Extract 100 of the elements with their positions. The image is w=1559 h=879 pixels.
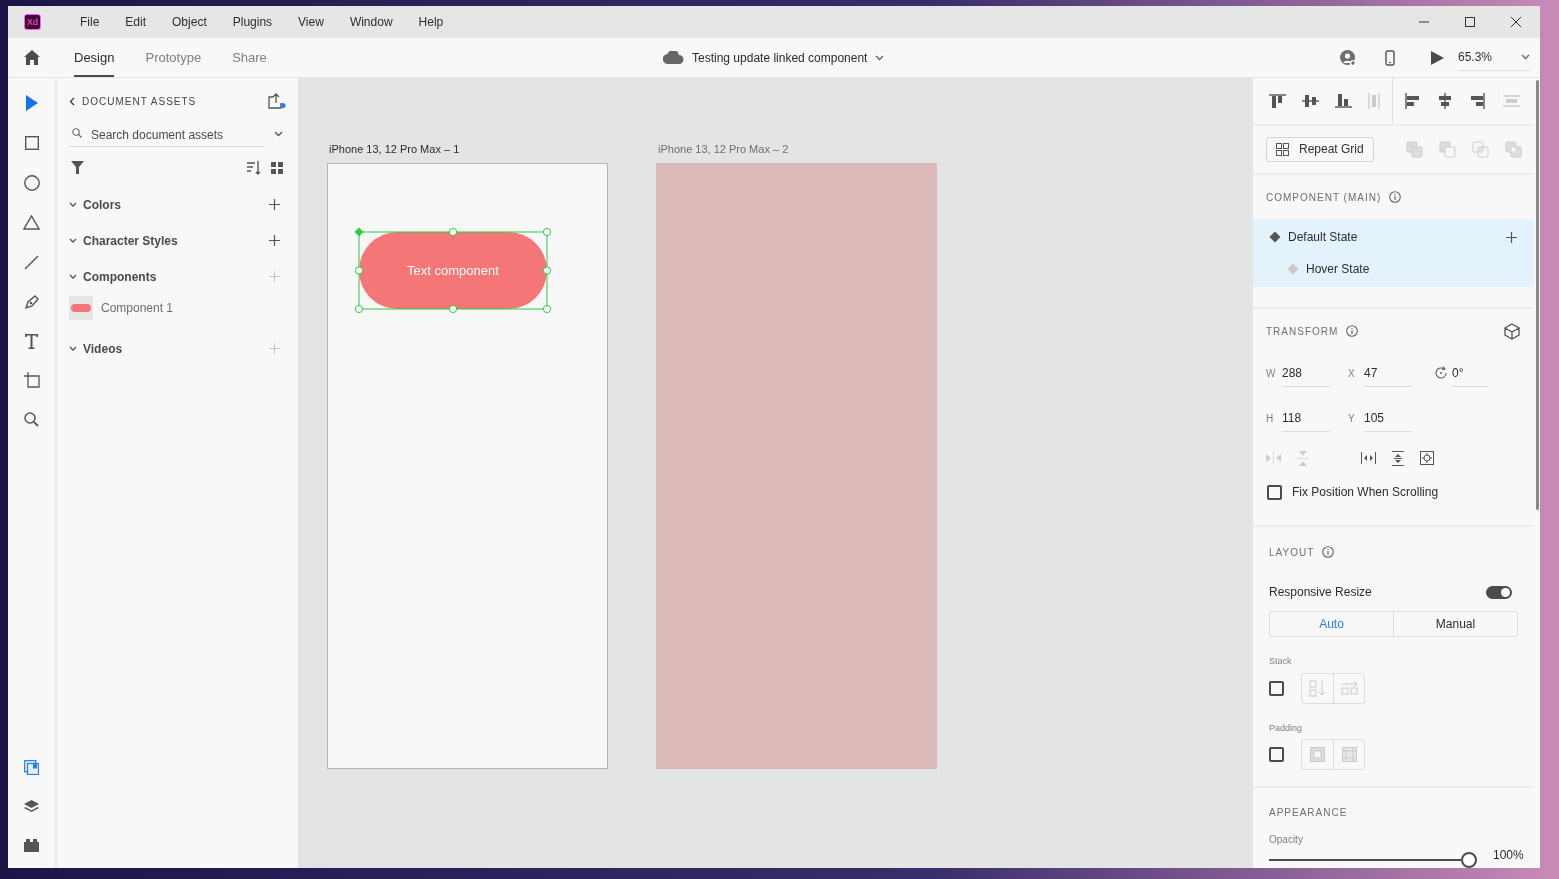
artboard-title[interactable]: iPhone 13, 12 Pro Max – 2 xyxy=(658,141,937,163)
user-add-icon[interactable] xyxy=(1340,49,1356,66)
cube-icon[interactable] xyxy=(1504,322,1520,340)
chevron-down-icon xyxy=(1521,54,1530,60)
number-field[interactable]: 105 xyxy=(1364,405,1412,432)
info-icon[interactable] xyxy=(1346,325,1359,337)
share-export-icon[interactable] xyxy=(268,93,286,109)
maximize-icon[interactable] xyxy=(1464,16,1476,28)
repeat-grid-button[interactable]: Repeat Grid xyxy=(1266,136,1374,162)
tab[interactable]: Design xyxy=(74,38,115,77)
menu-item[interactable]: Plugins xyxy=(219,13,286,31)
play-icon[interactable] xyxy=(1431,50,1444,65)
component-name[interactable]: Component 1 xyxy=(101,298,174,317)
menu-item[interactable]: File xyxy=(67,13,113,31)
close-icon[interactable] xyxy=(1510,16,1522,28)
field-label: W xyxy=(1266,367,1277,381)
plugins-icon[interactable] xyxy=(24,839,39,852)
rotate-icon[interactable] xyxy=(1434,366,1448,380)
rectangle-tool-icon[interactable] xyxy=(24,136,39,150)
sort-icon[interactable] xyxy=(247,160,262,175)
state-item[interactable]: Default State xyxy=(1288,228,1358,246)
pen-tool-icon[interactable] xyxy=(23,294,40,310)
field-label: X xyxy=(1348,367,1356,381)
artboard-title[interactable]: iPhone 13, 12 Pro Max – 1 xyxy=(329,141,608,163)
cloud-icon xyxy=(663,51,684,64)
segment-button[interactable]: Manual xyxy=(1393,612,1517,636)
menu-item[interactable]: Help xyxy=(405,13,457,31)
fit-width-icon[interactable] xyxy=(1361,452,1376,464)
chevron-down-icon[interactable] xyxy=(69,201,77,208)
number-field[interactable]: 118 xyxy=(1282,405,1330,432)
panel-title: DOCUMENT ASSETS xyxy=(82,94,197,109)
zoom-dropdown[interactable]: 65.3% xyxy=(1458,44,1530,71)
plus-icon[interactable] xyxy=(1506,231,1517,243)
segment-button[interactable]: Auto xyxy=(1270,612,1393,636)
number-field[interactable]: 47 xyxy=(1364,360,1412,387)
artboard-tool-icon[interactable] xyxy=(23,372,40,388)
align-top-icon[interactable] xyxy=(1269,93,1286,108)
select-tool-icon[interactable] xyxy=(25,95,38,111)
align-bottom-icon[interactable] xyxy=(1335,93,1352,108)
info-icon[interactable] xyxy=(1389,191,1402,203)
section-header[interactable]: Colors xyxy=(83,195,121,214)
field-label: H xyxy=(1266,412,1275,426)
grid-view-icon[interactable] xyxy=(271,161,283,174)
text-tool-icon[interactable] xyxy=(25,334,38,349)
menu-item[interactable]: View xyxy=(285,13,337,31)
slider-thumb[interactable] xyxy=(1461,852,1477,868)
layers-icon[interactable] xyxy=(24,800,39,814)
align-middle-icon[interactable] xyxy=(1302,93,1319,108)
chevron-down-icon[interactable] xyxy=(274,131,283,138)
document-title[interactable]: Testing update linked component xyxy=(692,48,868,67)
toggle-switch[interactable] xyxy=(1486,585,1512,599)
section-title: APPEARANCE xyxy=(1269,806,1349,820)
menu-item[interactable]: Window xyxy=(336,13,406,31)
opacity-value[interactable]: 100% xyxy=(1493,846,1524,864)
home-icon[interactable] xyxy=(24,50,40,65)
zoom-tool-icon[interactable] xyxy=(24,412,39,427)
slider-label: Opacity xyxy=(1269,833,1304,847)
align-left-icon[interactable] xyxy=(1405,92,1420,109)
chevron-down-icon[interactable] xyxy=(69,345,77,352)
plus-icon[interactable] xyxy=(269,235,280,246)
toggle-label: Responsive Resize xyxy=(1269,584,1372,601)
section-title: COMPONENT (MAIN) xyxy=(1266,190,1382,205)
menu-item[interactable]: Edit xyxy=(112,13,160,31)
fit-height-icon[interactable] xyxy=(1392,450,1404,466)
chevron-down-icon[interactable] xyxy=(69,273,77,280)
checkbox[interactable] xyxy=(1269,747,1284,762)
repeat-grid-icon xyxy=(1276,142,1289,156)
chevron-down-icon[interactable] xyxy=(69,237,77,244)
checkbox[interactable] xyxy=(1269,680,1284,696)
triangle-tool-icon[interactable] xyxy=(23,215,40,230)
align-center-icon[interactable] xyxy=(1438,92,1452,109)
filter-icon[interactable] xyxy=(71,161,84,174)
tab[interactable]: Share xyxy=(232,38,267,77)
section-title: TRANSFORM xyxy=(1266,324,1339,339)
component-thumbnail xyxy=(69,295,93,320)
info-icon[interactable] xyxy=(1322,546,1335,558)
search-field[interactable]: Search document assets xyxy=(69,124,264,147)
canvas[interactable]: iPhone 13, 12 Pro Max – 1 Text component iPhone 13, 12 Pro Max – 2 xyxy=(299,78,1252,868)
section-header[interactable]: Character Styles xyxy=(83,231,178,250)
assets-icon[interactable] xyxy=(24,760,39,775)
opacity-slider[interactable] xyxy=(1269,852,1477,868)
scrollbar[interactable] xyxy=(1535,80,1539,510)
number-field[interactable]: 0° xyxy=(1452,360,1488,387)
checkbox-label: Fix Position When Scrolling xyxy=(1292,484,1439,501)
fit-both-icon[interactable] xyxy=(1420,451,1434,465)
plus-icon[interactable] xyxy=(269,199,280,210)
align-right-icon[interactable] xyxy=(1470,92,1485,109)
back-chevron-icon[interactable] xyxy=(69,96,75,106)
section-header[interactable]: Videos xyxy=(83,339,123,358)
tab[interactable]: Prototype xyxy=(145,38,202,77)
line-tool-icon[interactable] xyxy=(24,255,39,270)
checkbox[interactable] xyxy=(1267,484,1282,500)
number-field[interactable]: 288 xyxy=(1282,360,1330,387)
mobile-device-icon[interactable] xyxy=(1385,49,1395,66)
menu-item[interactable]: Object xyxy=(159,13,220,31)
ellipse-tool-icon[interactable] xyxy=(23,175,40,191)
chevron-down-icon[interactable] xyxy=(875,54,885,61)
section-title: LAYOUT xyxy=(1269,545,1315,560)
section-header[interactable]: Components xyxy=(83,267,157,286)
state-item[interactable]: Hover State xyxy=(1306,260,1370,278)
